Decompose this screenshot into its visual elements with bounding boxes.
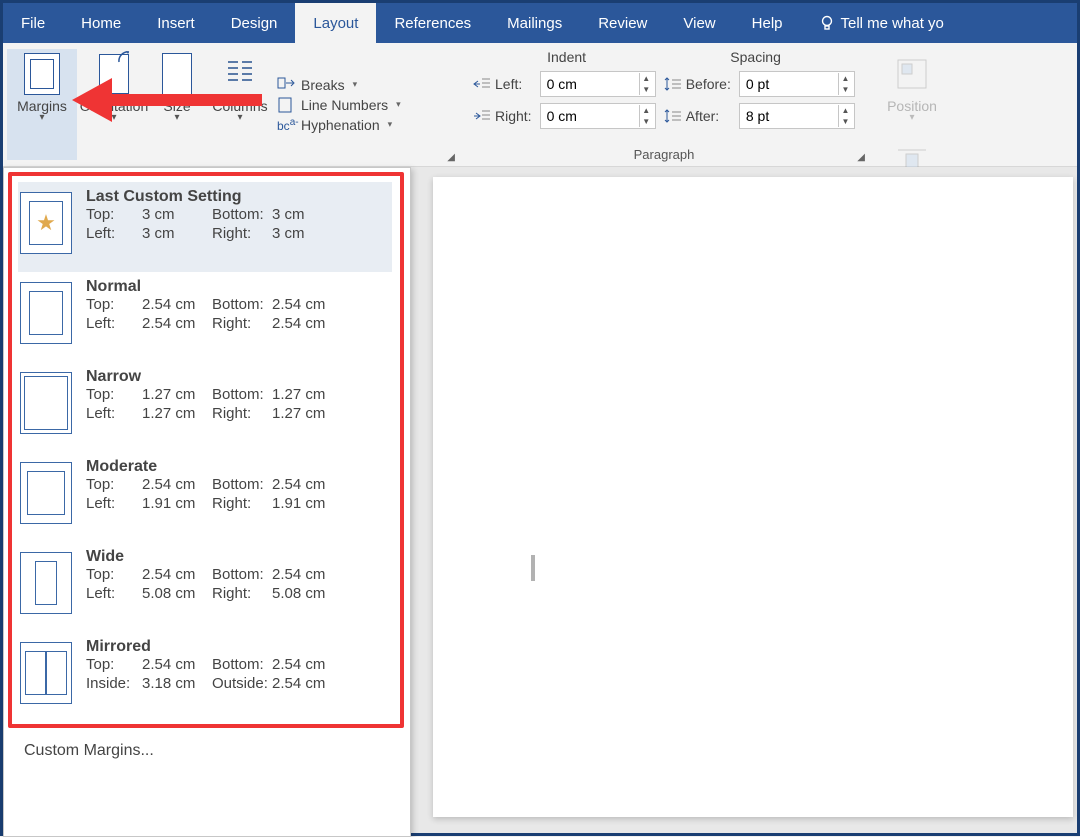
margin-thumb-moderate-icon (20, 462, 72, 524)
position-button: Position▾ (879, 49, 945, 123)
hyphenation-icon: bca- (277, 117, 295, 133)
tab-references[interactable]: References (376, 3, 489, 43)
tell-me[interactable]: Tell me what yo (801, 3, 962, 43)
margin-option-title: Wide (86, 548, 342, 566)
paragraph-group-label: Paragraph (467, 147, 861, 162)
indent-left-value: 0 cm (547, 76, 577, 92)
margin-option-title: Moderate (86, 458, 342, 476)
spinner-down[interactable]: ▼ (639, 84, 653, 95)
margin-thumb-wide-icon (20, 552, 72, 614)
spinner-down[interactable]: ▼ (838, 84, 852, 95)
tell-me-label: Tell me what yo (841, 15, 944, 32)
margin-option-normal[interactable]: NormalTop:2.54 cmBottom:2.54 cmLeft:2.54… (18, 272, 392, 362)
margin-thumb-star-icon: ★ (20, 192, 72, 254)
indent-header: Indent (547, 49, 586, 65)
spinner-up[interactable]: ▲ (838, 105, 852, 116)
group-paragraph: Indent Spacing Left: 0 cm▲▼ Before: 0 pt… (459, 43, 869, 166)
margin-option-narrow[interactable]: NarrowTop:1.27 cmBottom:1.27 cmLeft:1.27… (18, 362, 392, 452)
margin-option-mirrored[interactable]: MirroredTop:2.54 cmBottom:2.54 cmInside:… (18, 632, 392, 722)
spinner-down[interactable]: ▼ (639, 116, 653, 127)
margin-option-title: Normal (86, 278, 342, 296)
spinner-up[interactable]: ▲ (639, 105, 653, 116)
hyphenation-button[interactable]: bca- Hyphenation ▾ (277, 117, 401, 133)
document-page[interactable] (433, 177, 1073, 817)
tab-help[interactable]: Help (734, 3, 801, 43)
lightbulb-icon (819, 15, 835, 31)
indent-right-label: Right: (495, 108, 532, 124)
custom-margins-item[interactable]: Custom Margins... (4, 732, 410, 770)
indent-right-value: 0 cm (547, 108, 577, 124)
spacing-before-value: 0 pt (746, 76, 769, 92)
annotation-arrow (62, 60, 272, 143)
breaks-label: Breaks (301, 77, 345, 93)
paragraph-launcher[interactable]: ◢ (857, 152, 865, 163)
margin-option-wide[interactable]: WideTop:2.54 cmBottom:2.54 cmLeft:5.08 c… (18, 542, 392, 632)
tab-review[interactable]: Review (580, 3, 665, 43)
star-icon: ★ (36, 210, 56, 236)
tab-insert[interactable]: Insert (139, 3, 213, 43)
spinner-up[interactable]: ▲ (639, 73, 653, 84)
line-numbers-label: Line Numbers (301, 97, 388, 113)
tab-design[interactable]: Design (213, 3, 296, 43)
spacing-before-icon (664, 77, 682, 91)
spacing-before-label: Before: (686, 76, 731, 92)
margin-thumb-normal-icon (20, 282, 72, 344)
margins-dropdown: ★Last Custom SettingTop:3 cmBottom:3 cmL… (3, 167, 411, 837)
margin-option-title: Narrow (86, 368, 342, 386)
margin-thumb-narrow-icon (20, 372, 72, 434)
indent-right-input[interactable]: 0 cm ▲▼ (540, 103, 656, 129)
chevron-down-icon: ▾ (388, 119, 393, 130)
spacing-after-label: After: (686, 108, 719, 124)
ribbon-tabs: File Home Insert Design Layout Reference… (3, 3, 1077, 43)
spinner-up[interactable]: ▲ (838, 73, 852, 84)
spacing-after-icon (664, 109, 682, 123)
spacing-header: Spacing (730, 49, 781, 65)
group-arrange: Position▾ Wrap Text▾ Bring Forward▾ (869, 43, 955, 166)
indent-left-input[interactable]: 0 cm ▲▼ (540, 71, 656, 97)
margin-option-moderate[interactable]: ModerateTop:2.54 cmBottom:2.54 cmLeft:1.… (18, 452, 392, 542)
tab-mailings[interactable]: Mailings (489, 3, 580, 43)
indent-right-icon (473, 109, 491, 123)
indent-left-icon (473, 77, 491, 91)
hyphenation-label: Hyphenation (301, 117, 380, 133)
page-setup-launcher[interactable]: ◢ (447, 152, 455, 163)
breaks-icon (277, 77, 295, 93)
line-numbers-icon (277, 97, 295, 113)
tab-home[interactable]: Home (63, 3, 139, 43)
chevron-down-icon: ▾ (39, 112, 44, 123)
chevron-down-icon: ▾ (353, 79, 358, 90)
tab-view[interactable]: View (665, 3, 733, 43)
position-icon (894, 56, 930, 92)
margins-icon (24, 53, 60, 95)
chevron-down-icon: ▾ (396, 99, 401, 110)
tab-file[interactable]: File (3, 3, 63, 43)
spacing-before-input[interactable]: 0 pt ▲▼ (739, 71, 855, 97)
margin-option-title: Last Custom Setting (86, 188, 342, 206)
tab-layout[interactable]: Layout (295, 3, 376, 43)
text-cursor (531, 555, 535, 581)
spinner-down[interactable]: ▼ (838, 116, 852, 127)
line-numbers-button[interactable]: Line Numbers ▾ (277, 97, 401, 113)
spacing-after-value: 8 pt (746, 108, 769, 124)
annotation-highlight-box: ★Last Custom SettingTop:3 cmBottom:3 cmL… (8, 172, 404, 728)
spacing-after-input[interactable]: 8 pt ▲▼ (739, 103, 855, 129)
margin-thumb-mirrored-icon (20, 642, 72, 704)
margin-option-title: Mirrored (86, 638, 342, 656)
breaks-button[interactable]: Breaks ▾ (277, 77, 401, 93)
indent-left-label: Left: (495, 76, 522, 92)
margin-option-star[interactable]: ★Last Custom SettingTop:3 cmBottom:3 cmL… (18, 182, 392, 272)
document-area: ★Last Custom SettingTop:3 cmBottom:3 cmL… (3, 167, 1077, 833)
